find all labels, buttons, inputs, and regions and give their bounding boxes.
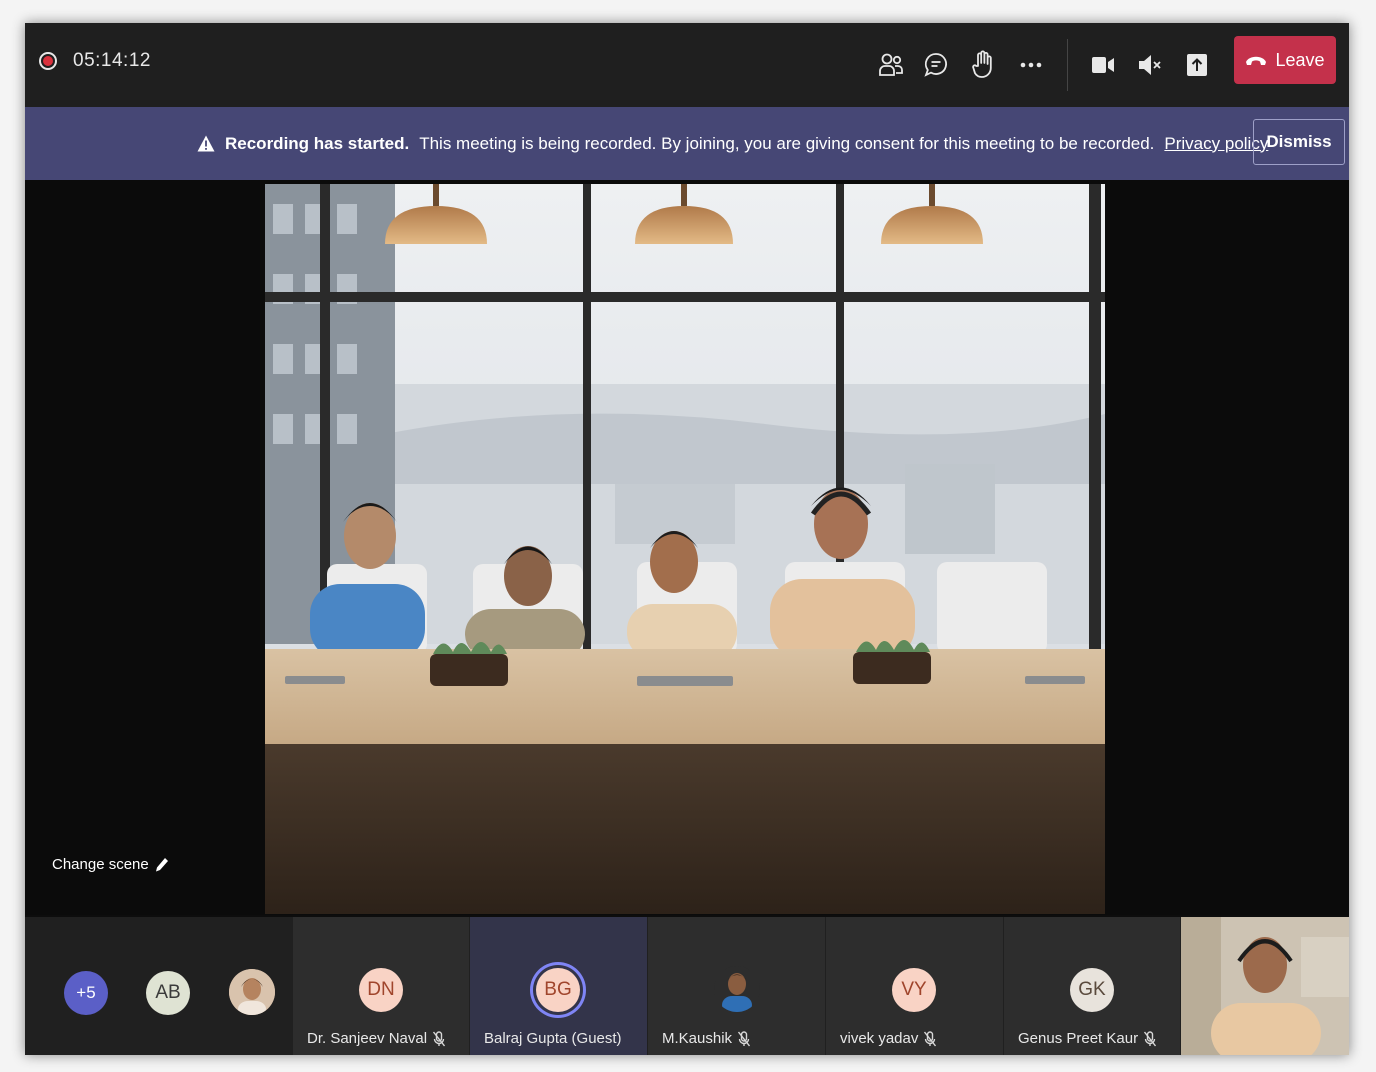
participant-name: Genus Preet Kaur bbox=[1018, 1030, 1139, 1047]
participant-tile-m-kaushik[interactable]: M.Kaushik bbox=[648, 917, 825, 1055]
avatar-initials: DN bbox=[367, 979, 395, 1000]
meeting-control-bar: 05:14:12 Leave bbox=[25, 23, 1349, 107]
more-options-icon bbox=[1020, 62, 1042, 68]
participants-button[interactable] bbox=[871, 45, 911, 85]
participant-tile-dr-sanjeev-naval[interactable]: DN Dr. Sanjeev Naval bbox=[293, 917, 469, 1055]
avatar-initials: VY bbox=[901, 979, 927, 1000]
mic-off-icon bbox=[738, 1030, 751, 1046]
participant-avatar-vy: VY bbox=[892, 968, 936, 1012]
leave-button-label: Leave bbox=[1275, 49, 1325, 70]
avatar-initials: GK bbox=[1078, 979, 1106, 1000]
chat-button[interactable] bbox=[916, 45, 956, 85]
participant-name: vivek yadav bbox=[840, 1030, 919, 1047]
participants-icon bbox=[879, 53, 903, 76]
raise-hand-icon bbox=[972, 50, 992, 78]
participant-avatar-bg: BG bbox=[536, 968, 580, 1012]
recording-banner: Recording has started. This meeting is b… bbox=[25, 107, 1349, 180]
participant-tile-balraj-gupta[interactable]: BG Balraj Gupta (Guest) bbox=[470, 917, 647, 1055]
participant-avatar-dn: DN bbox=[359, 968, 403, 1012]
change-scene-label: Change scene bbox=[52, 856, 149, 873]
participant-name-row: Balraj Gupta (Guest) bbox=[484, 1030, 622, 1047]
participant-name-row: Dr. Sanjeev Naval bbox=[307, 1030, 446, 1047]
user-photo-icon bbox=[722, 973, 752, 1012]
participant-name: Balraj Gupta (Guest) bbox=[484, 1030, 622, 1047]
dismiss-button[interactable]: Dismiss bbox=[1253, 119, 1345, 165]
speaker-muted-icon bbox=[1139, 55, 1161, 75]
together-mode-scene bbox=[265, 184, 1105, 914]
self-video-image bbox=[1181, 917, 1349, 1055]
user-photo-icon bbox=[229, 969, 275, 1015]
avatar-initials: AB bbox=[155, 982, 181, 1003]
participant-tile-genus-preet-kaur[interactable]: GK Genus Preet Kaur bbox=[1004, 917, 1180, 1055]
share-screen-icon bbox=[1187, 54, 1207, 76]
raise-hand-button[interactable] bbox=[963, 45, 1003, 85]
overflow-count: +5 bbox=[76, 983, 96, 1002]
recording-indicator-icon bbox=[39, 52, 57, 70]
recording-banner-text: Recording has started. This meeting is b… bbox=[197, 107, 1268, 180]
participant-name-row: Genus Preet Kaur bbox=[1018, 1030, 1157, 1047]
participant-name: Dr. Sanjeev Naval bbox=[307, 1030, 428, 1047]
teams-meeting-window: 05:14:12 Leave Recording has started. Th… bbox=[25, 23, 1349, 1055]
participant-name: M.Kaushik bbox=[662, 1030, 733, 1047]
chat-icon bbox=[924, 53, 947, 77]
self-video-preview[interactable] bbox=[1181, 917, 1349, 1055]
toolbar-divider bbox=[1067, 39, 1068, 91]
avatar-initials: BG bbox=[544, 979, 572, 1000]
recording-banner-title: Recording has started. bbox=[225, 133, 410, 153]
participant-avatar-gk: GK bbox=[1070, 968, 1114, 1012]
change-scene-button[interactable]: Change scene bbox=[52, 856, 169, 873]
pencil-icon bbox=[155, 857, 168, 871]
participant-name-row: vivek yadav bbox=[840, 1030, 937, 1047]
video-stage: Change scene bbox=[25, 180, 1349, 915]
conference-room-scene-image bbox=[265, 184, 1105, 914]
participant-name-row: M.Kaushik bbox=[662, 1030, 751, 1047]
participant-tile-vivek-yadav[interactable]: VY vivek yadav bbox=[826, 917, 1003, 1055]
mic-off-icon bbox=[433, 1030, 446, 1046]
share-screen-button[interactable] bbox=[1177, 45, 1217, 85]
participant-avatar-photo[interactable] bbox=[229, 969, 275, 1015]
participant-avatar-ab[interactable]: AB bbox=[146, 971, 190, 1015]
participant-strip: +5 AB DN Dr. Sanjeev Naval BG Balraj Gup… bbox=[25, 917, 1349, 1055]
mic-off-icon bbox=[924, 1030, 937, 1046]
more-options-button[interactable] bbox=[1011, 45, 1051, 85]
speaker-button[interactable] bbox=[1130, 45, 1170, 85]
warning-icon bbox=[197, 135, 215, 152]
meeting-timer: 05:14:12 bbox=[73, 50, 151, 71]
camera-icon bbox=[1092, 57, 1114, 73]
mic-off-icon bbox=[1144, 1030, 1157, 1046]
leave-button[interactable]: Leave bbox=[1234, 36, 1336, 84]
camera-button[interactable] bbox=[1083, 45, 1123, 85]
phone-hangup-icon bbox=[1246, 56, 1267, 65]
overflow-participants-button[interactable]: +5 bbox=[64, 971, 108, 1015]
recording-banner-message: This meeting is being recorded. By joini… bbox=[419, 133, 1155, 153]
participant-avatar-photo bbox=[714, 966, 760, 1012]
